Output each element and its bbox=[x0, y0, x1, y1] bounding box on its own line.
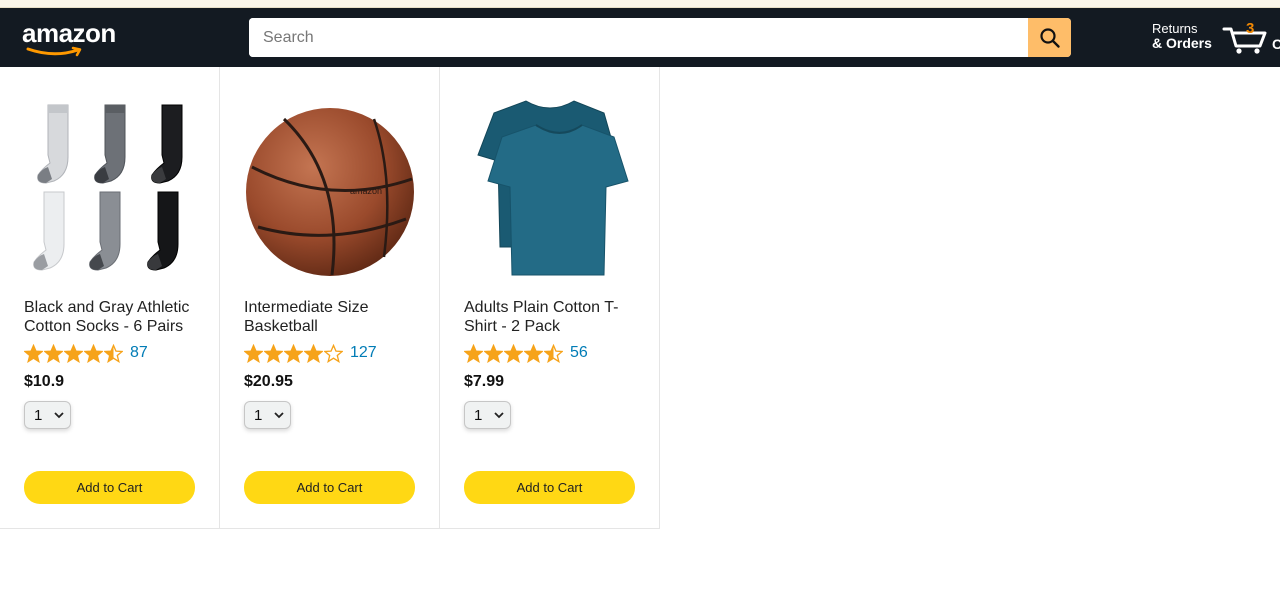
star-full-icon bbox=[484, 343, 503, 363]
add-to-cart-button[interactable]: Add to Cart bbox=[24, 471, 195, 504]
sock-gray bbox=[94, 104, 126, 184]
product-name: Black and Gray Athletic Cotton Socks - 6… bbox=[24, 299, 190, 335]
product-rating: 87 bbox=[24, 342, 148, 364]
rating-count-link[interactable]: 87 bbox=[130, 344, 148, 362]
quantity-select[interactable]: 1 bbox=[24, 401, 71, 429]
star-full-icon bbox=[244, 343, 263, 363]
product-name: Intermediate Size Basketball bbox=[244, 299, 369, 335]
product-rating: 56 bbox=[464, 342, 588, 364]
product-image-basketball: amazon bbox=[244, 97, 416, 282]
amazon-logo[interactable]: amazon bbox=[22, 18, 122, 58]
product-name: Adults Plain Cotton T-Shirt - 2 Pack bbox=[464, 299, 619, 335]
sock-midgray bbox=[89, 191, 121, 271]
rating-stars bbox=[244, 343, 344, 363]
cart-icon bbox=[1222, 27, 1267, 54]
svg-text:amazon: amazon bbox=[350, 186, 382, 196]
quantity-select[interactable]: 1 bbox=[244, 401, 291, 429]
logo-text: amazon bbox=[22, 18, 116, 48]
orders-label: & Orders bbox=[1152, 35, 1212, 51]
sock-white bbox=[33, 191, 65, 271]
rating-count-link[interactable]: 56 bbox=[570, 344, 588, 362]
quantity-value: 1 bbox=[474, 406, 483, 424]
star-full-icon bbox=[24, 343, 43, 363]
cart-count-badge: 3 bbox=[1246, 20, 1255, 37]
product-price: $20.95 bbox=[244, 373, 293, 390]
cart-label: C bbox=[1272, 36, 1280, 52]
star-full-icon bbox=[44, 343, 63, 363]
quantity-value: 1 bbox=[34, 406, 43, 424]
star-full-icon bbox=[304, 343, 323, 363]
star-half-icon bbox=[544, 343, 563, 363]
star-full-icon bbox=[524, 343, 543, 363]
search-bar bbox=[249, 18, 1071, 57]
rating-stars bbox=[464, 343, 564, 363]
returns-label: Returns bbox=[1152, 21, 1198, 36]
chevron-down-icon bbox=[494, 412, 504, 419]
rating-stars bbox=[24, 343, 124, 363]
star-full-icon bbox=[464, 343, 483, 363]
product-price: $7.99 bbox=[464, 373, 505, 390]
quantity-value: 1 bbox=[254, 406, 263, 424]
add-to-cart-button[interactable]: Add to Cart bbox=[244, 471, 415, 504]
star-empty-icon bbox=[324, 343, 343, 363]
search-button[interactable] bbox=[1028, 18, 1071, 57]
product-image-socks bbox=[24, 97, 196, 282]
rating-count-link[interactable]: 127 bbox=[350, 344, 377, 362]
header: amazon Returns & Orders 3 C bbox=[0, 8, 1280, 67]
star-half-icon bbox=[104, 343, 123, 363]
returns-orders-link[interactable]: Returns & Orders bbox=[1152, 21, 1212, 51]
sock-black bbox=[151, 104, 183, 184]
product-card: amazon Intermediate Size Basketball 127 … bbox=[220, 67, 440, 529]
star-full-icon bbox=[504, 343, 523, 363]
sock-black-2 bbox=[147, 191, 179, 271]
logo-smile-icon bbox=[26, 46, 82, 57]
star-full-icon bbox=[284, 343, 303, 363]
chevron-down-icon bbox=[274, 412, 284, 419]
quantity-select[interactable]: 1 bbox=[464, 401, 511, 429]
star-full-icon bbox=[84, 343, 103, 363]
chevron-down-icon bbox=[54, 412, 64, 419]
add-to-cart-button[interactable]: Add to Cart bbox=[464, 471, 635, 504]
product-image-tshirt bbox=[464, 97, 636, 282]
product-grid: Black and Gray Athletic Cotton Socks - 6… bbox=[0, 67, 660, 529]
basketball-image: amazon bbox=[246, 108, 414, 276]
search-input[interactable] bbox=[249, 18, 1028, 57]
search-icon bbox=[1039, 27, 1060, 48]
product-rating: 127 bbox=[244, 342, 377, 364]
star-full-icon bbox=[264, 343, 283, 363]
browser-top-strip bbox=[0, 0, 1280, 8]
tshirt-image bbox=[477, 100, 629, 276]
socks-image bbox=[33, 104, 183, 271]
star-full-icon bbox=[64, 343, 83, 363]
sock-light bbox=[37, 104, 69, 184]
product-price: $10.9 bbox=[24, 373, 65, 390]
product-card: Adults Plain Cotton T-Shirt - 2 Pack 56 … bbox=[440, 67, 660, 529]
product-card: Black and Gray Athletic Cotton Socks - 6… bbox=[0, 67, 220, 529]
cart-link[interactable]: 3 C bbox=[1222, 18, 1280, 58]
